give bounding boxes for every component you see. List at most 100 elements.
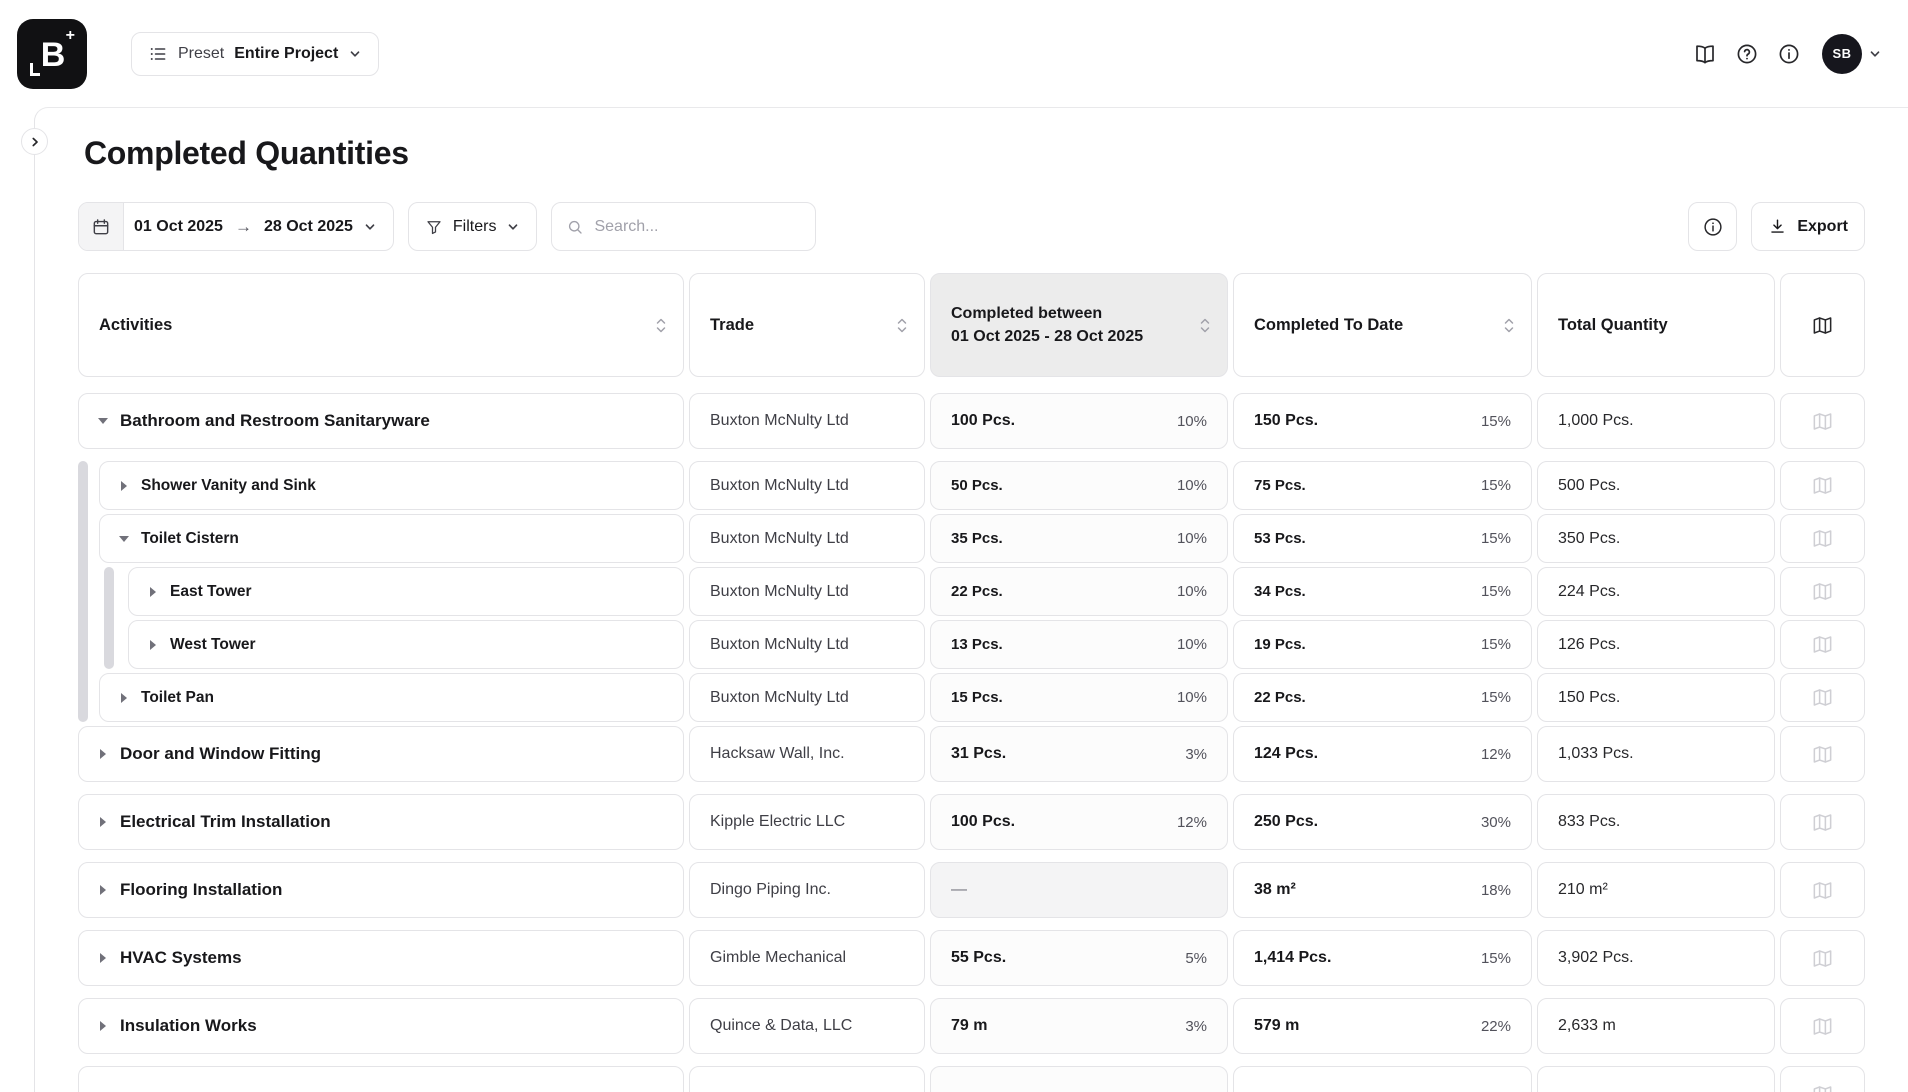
- docs-button[interactable]: [1684, 33, 1726, 75]
- indent-guide-level2[interactable]: [104, 567, 114, 669]
- completed-to-date-cell: 250 Pcs. 30%: [1233, 794, 1532, 850]
- map-icon: [1811, 410, 1834, 433]
- user-avatar[interactable]: SB: [1822, 34, 1862, 74]
- todate-percent: 30%: [1481, 814, 1511, 831]
- todate-percent: 15%: [1481, 636, 1511, 653]
- activity-cell[interactable]: Toilet Cistern: [99, 514, 684, 563]
- help-button[interactable]: [1726, 33, 1768, 75]
- column-label: Total Quantity: [1558, 316, 1668, 335]
- completed-between-cell: 100 Pcs. 12%: [930, 794, 1228, 850]
- map-cell[interactable]: [1780, 673, 1865, 722]
- activity-cell[interactable]: West Tower: [128, 620, 684, 669]
- date-range-picker[interactable]: 01 Oct 2025 → 28 Oct 2025: [78, 202, 394, 251]
- expand-chevron-icon[interactable]: [147, 587, 159, 597]
- chevron-down-icon: [506, 220, 520, 234]
- expand-chevron-icon[interactable]: [118, 693, 130, 703]
- todate-quantity: 124 Pcs.: [1254, 745, 1318, 763]
- export-button[interactable]: Export: [1751, 202, 1865, 251]
- total-quantity: 224 Pcs.: [1558, 583, 1620, 601]
- expand-chevron-icon[interactable]: [97, 1021, 109, 1031]
- activity-cell[interactable]: [78, 1066, 684, 1092]
- chevron-down-icon: [363, 220, 377, 234]
- sort-icon[interactable]: [1199, 317, 1211, 334]
- indent-guide-level1[interactable]: [78, 461, 88, 722]
- map-icon: [1811, 686, 1834, 709]
- total-quantity-cell: 3,902 Pcs.: [1537, 930, 1775, 986]
- trade-label: Hacksaw Wall, Inc.: [710, 745, 845, 763]
- total-quantity-cell: 210 m²: [1537, 862, 1775, 918]
- trade-cell: Buxton McNulty Ltd: [689, 514, 925, 563]
- activity-cell[interactable]: Door and Window Fitting: [78, 726, 684, 782]
- activity-cell[interactable]: Insulation Works: [78, 998, 684, 1054]
- table-row: HVAC Systems Gimble Mechanical 55 Pcs. 5…: [78, 930, 1865, 986]
- table-info-button[interactable]: [1688, 202, 1737, 251]
- map-cell[interactable]: [1780, 726, 1865, 782]
- column-header-activities[interactable]: Activities: [78, 273, 684, 377]
- date-start: 01 Oct 2025: [134, 218, 223, 236]
- sort-icon[interactable]: [896, 317, 908, 334]
- map-cell[interactable]: [1780, 794, 1865, 850]
- completed-between-cell: —: [930, 862, 1228, 918]
- map-cell[interactable]: [1780, 930, 1865, 986]
- chevron-down-icon: [1868, 47, 1882, 61]
- table-row: West Tower Buxton McNulty Ltd 13 Pcs. 10…: [78, 620, 1865, 669]
- map-cell[interactable]: [1780, 862, 1865, 918]
- expand-chevron-icon[interactable]: [97, 953, 109, 963]
- map-cell[interactable]: [1780, 998, 1865, 1054]
- expand-chevron-icon[interactable]: [97, 817, 109, 827]
- todate-percent: 15%: [1481, 530, 1511, 547]
- activity-cell[interactable]: Toilet Pan: [99, 673, 684, 722]
- activity-cell[interactable]: Electrical Trim Installation: [78, 794, 684, 850]
- expand-chevron-icon[interactable]: [118, 536, 130, 542]
- map-icon: [1811, 947, 1834, 970]
- expand-chevron-icon[interactable]: [97, 885, 109, 895]
- sort-icon[interactable]: [1503, 317, 1515, 334]
- book-icon: [1693, 42, 1717, 66]
- expand-chevron-icon[interactable]: [147, 640, 159, 650]
- trade-label: Gimble Mechanical: [710, 949, 846, 967]
- map-cell[interactable]: [1780, 514, 1865, 563]
- column-header-completed-to-date[interactable]: Completed To Date: [1233, 273, 1532, 377]
- activity-cell[interactable]: Bathroom and Restroom Sanitaryware: [78, 393, 684, 449]
- info-menu-button[interactable]: [1768, 33, 1810, 75]
- trade-cell: Buxton McNulty Ltd: [689, 461, 925, 510]
- sidebar-expand-button[interactable]: [21, 128, 48, 155]
- sort-icon[interactable]: [655, 317, 667, 334]
- user-menu-chevron[interactable]: [1868, 47, 1882, 61]
- arrow-right-icon: →: [233, 217, 254, 237]
- activity-cell[interactable]: Shower Vanity and Sink: [99, 461, 684, 510]
- activity-cell[interactable]: Flooring Installation: [78, 862, 684, 918]
- total-quantity-cell: 150 Pcs.: [1537, 673, 1775, 722]
- map-cell[interactable]: [1780, 1066, 1865, 1092]
- filters-button[interactable]: Filters: [408, 202, 538, 251]
- period-quantity: 100 Pcs.: [951, 412, 1015, 430]
- period-quantity: 50 Pcs.: [951, 477, 1003, 494]
- todate-percent: 15%: [1481, 477, 1511, 494]
- download-icon: [1768, 217, 1787, 236]
- expand-chevron-icon[interactable]: [97, 749, 109, 759]
- todate-percent: 15%: [1481, 689, 1511, 706]
- activity-cell[interactable]: HVAC Systems: [78, 930, 684, 986]
- preset-selector[interactable]: Preset Entire Project: [131, 32, 379, 76]
- trade-cell: Buxton McNulty Ltd: [689, 393, 925, 449]
- expand-chevron-icon[interactable]: [97, 418, 109, 424]
- map-icon: [1811, 474, 1834, 497]
- app-logo[interactable]: B +: [17, 19, 87, 89]
- search-input[interactable]: [594, 218, 801, 236]
- expand-chevron-icon[interactable]: [118, 481, 130, 491]
- map-cell[interactable]: [1780, 567, 1865, 616]
- todate-quantity: 53 Pcs.: [1254, 530, 1306, 547]
- column-header-total-quantity[interactable]: Total Quantity: [1537, 273, 1775, 377]
- column-header-trade[interactable]: Trade: [689, 273, 925, 377]
- column-header-map[interactable]: [1780, 273, 1865, 377]
- search-box[interactable]: [551, 202, 816, 251]
- map-cell[interactable]: [1780, 461, 1865, 510]
- trade-label: Buxton McNulty Ltd: [710, 477, 849, 495]
- activity-cell[interactable]: East Tower: [128, 567, 684, 616]
- trade-cell: Buxton McNulty Ltd: [689, 673, 925, 722]
- map-cell[interactable]: [1780, 620, 1865, 669]
- export-label: Export: [1797, 218, 1848, 236]
- completed-between-cell: 55 Pcs. 5%: [930, 930, 1228, 986]
- column-header-completed-between[interactable]: Completed between 01 Oct 2025 - 28 Oct 2…: [930, 273, 1228, 377]
- map-cell[interactable]: [1780, 393, 1865, 449]
